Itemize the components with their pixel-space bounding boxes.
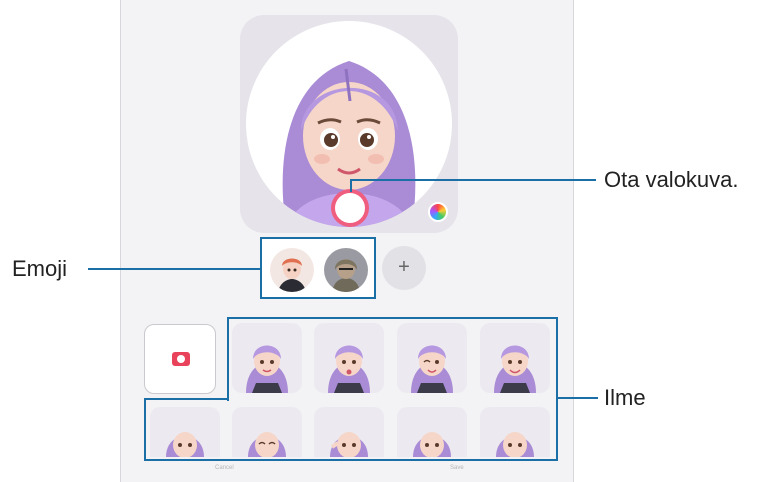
camera-icon: [172, 352, 190, 366]
expression-tile[interactable]: [232, 407, 302, 457]
take-photo-leader: [350, 179, 596, 181]
expression-tile[interactable]: [232, 323, 302, 393]
expression-tile[interactable]: [314, 407, 384, 457]
cancel-button[interactable]: Cancel: [215, 465, 234, 471]
take-photo-callout: Ota valokuva.: [604, 167, 739, 192]
expression-tile[interactable]: [150, 407, 220, 457]
emoji-leader: [88, 268, 260, 270]
emoji-avatar-1-icon: [278, 258, 306, 292]
expression-tile[interactable]: [480, 323, 550, 393]
emoji-avatar-2-icon: [332, 259, 360, 292]
emoji-list: [260, 237, 376, 299]
expression-face: [413, 432, 451, 457]
emoji-callout: Emoji: [12, 256, 68, 281]
shutter-button-icon[interactable]: [335, 193, 365, 223]
expression-callout: Ilme: [604, 385, 646, 410]
expression-face: [246, 345, 288, 393]
expression-tile[interactable]: [480, 407, 550, 457]
expression-tile[interactable]: [314, 323, 384, 393]
save-button[interactable]: Save: [450, 465, 464, 471]
emoji-avatar-1[interactable]: [270, 248, 314, 292]
expression-highlight-step-v: [227, 317, 229, 400]
take-photo-leader-vertical: [350, 180, 352, 192]
camera-tile-button[interactable]: [144, 324, 216, 394]
expression-face: [328, 345, 370, 393]
expression-face: [411, 345, 453, 393]
expression-face: [166, 432, 204, 457]
expression-tile[interactable]: [397, 407, 467, 457]
expression-highlight-step: [144, 398, 229, 400]
color-palette-icon[interactable]: [428, 202, 448, 222]
add-emoji-button[interactable]: +: [382, 246, 426, 290]
expression-face: [496, 432, 534, 457]
emoji-avatar-2[interactable]: [324, 248, 368, 292]
expression-leader: [558, 397, 598, 399]
expression-face: [494, 345, 536, 393]
expression-face: [248, 432, 286, 457]
expression-face: [330, 432, 368, 457]
expression-tile[interactable]: [397, 323, 467, 393]
